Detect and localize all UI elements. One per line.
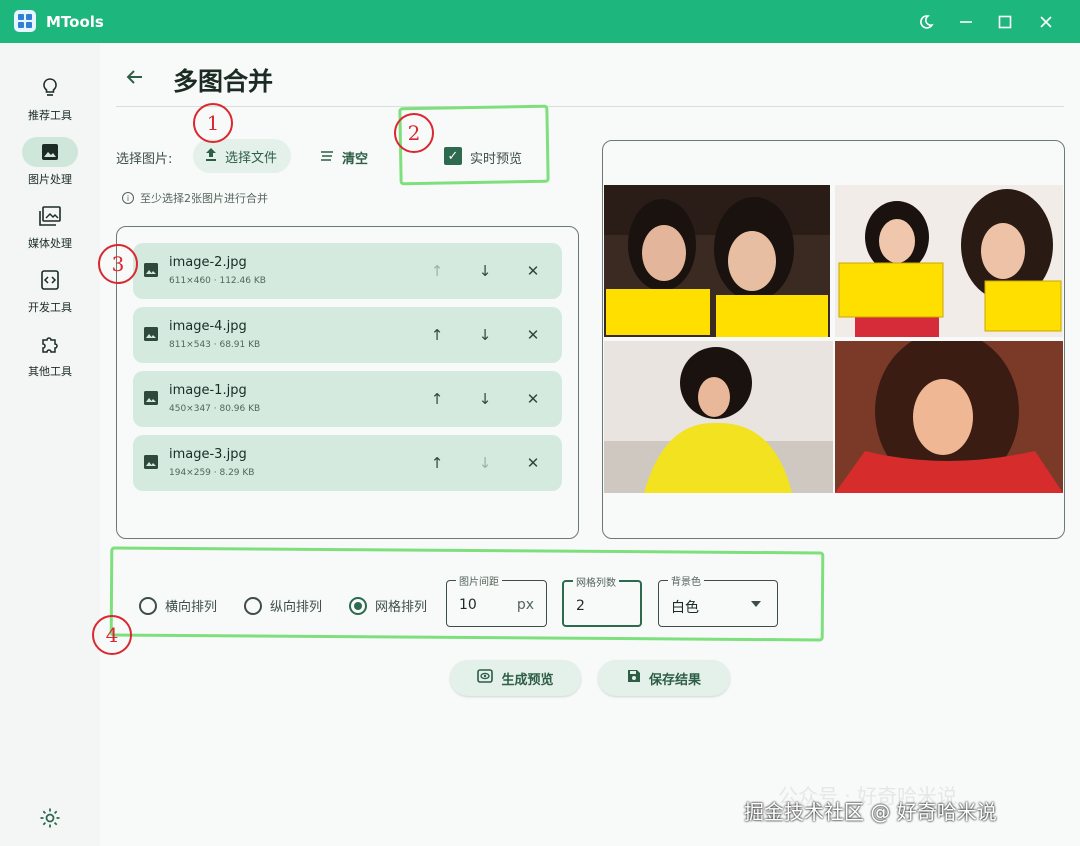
image-file-icon [143,326,159,346]
image-file-icon [143,390,159,410]
preview-image [604,185,830,337]
clear-list-icon [320,150,334,166]
title-bar: MTools [0,0,1080,43]
file-name: image-4.jpg [169,319,247,334]
media-icon [22,201,78,231]
sidebar-item-media[interactable]: 媒体处理 [10,201,90,251]
back-arrow-icon[interactable] [124,66,146,92]
generate-preview-button[interactable]: 生成预览 [450,660,581,696]
move-up-icon[interactable]: ↑ [425,323,449,347]
move-up-icon[interactable]: ↑ [425,451,449,475]
image-file-icon [143,454,159,474]
close-button[interactable] [1034,10,1058,34]
file-name: image-1.jpg [169,383,247,398]
move-up-icon[interactable]: ↑ [425,387,449,411]
puzzle-icon [22,329,78,359]
sidebar-item-label: 媒体处理 [28,237,72,250]
page-title: 多图合并 [173,67,274,96]
watermark: 掘金技术社区 @ 好奇哈米说 [744,800,997,824]
preview-image [835,341,1063,493]
move-down-icon[interactable]: ↓ [473,259,497,283]
image-file-icon [143,262,159,282]
list-item[interactable]: image-3.jpg 194×259 · 8.29 KB ↑ ↓ ✕ [133,435,562,491]
remove-icon[interactable]: ✕ [521,451,545,475]
sidebar: 推荐工具 图片处理 媒体处理 开发工具 其他工具 [0,43,100,846]
list-item[interactable]: image-4.jpg 811×543 · 68.91 KB ↑ ↓ ✕ [133,307,562,363]
sidebar-item-dev[interactable]: 开发工具 [10,265,90,315]
choose-file-label: 选择文件 [225,150,278,166]
info-icon: i [122,192,134,204]
move-up-icon[interactable]: ↑ [425,259,449,283]
hint-text: 至少选择2张图片进行合并 [140,192,268,205]
choose-file-button[interactable]: 选择文件 [193,139,291,173]
file-meta: 811×543 · 68.91 KB [169,340,261,350]
move-down-icon[interactable]: ↓ [473,387,497,411]
remove-icon[interactable]: ✕ [521,259,545,283]
hint: i 至少选择2张图片进行合并 [122,190,268,206]
clear-button[interactable]: 清空 [320,148,368,167]
code-icon [22,265,78,295]
sidebar-item-label: 图片处理 [28,173,72,186]
save-result-label: 保存结果 [648,672,701,688]
annotation-number: 3 [98,244,138,284]
select-images-label: 选择图片: [116,152,173,167]
remove-icon[interactable]: ✕ [521,323,545,347]
file-meta: 611×460 · 112.46 KB [169,276,266,286]
annotation-number: 4 [92,615,132,655]
preview-image [604,341,833,493]
save-icon [627,669,641,687]
sidebar-item-other[interactable]: 其他工具 [10,329,90,379]
remove-icon[interactable]: ✕ [521,387,545,411]
clear-label: 清空 [342,152,369,167]
gear-icon[interactable] [38,806,62,834]
list-item[interactable]: image-2.jpg 611×460 · 112.46 KB ↑ ↓ ✕ [133,243,562,299]
moon-icon[interactable] [914,10,938,34]
annotation-highlight [109,546,825,642]
file-meta: 194×259 · 8.29 KB [169,468,255,478]
app-title: MTools [46,13,104,31]
sidebar-item-recommended[interactable]: 推荐工具 [10,73,90,123]
file-name: image-2.jpg [169,255,247,270]
sidebar-item-label: 其他工具 [28,365,72,378]
move-down-icon[interactable]: ↓ [473,323,497,347]
annotation-number: 2 [394,113,434,153]
bulb-icon [22,73,78,103]
minimize-button[interactable] [954,10,978,34]
list-item[interactable]: image-1.jpg 450×347 · 80.96 KB ↑ ↓ ✕ [133,371,562,427]
file-name: image-3.jpg [169,447,247,462]
annotation-number: 1 [193,103,233,143]
sidebar-item-image[interactable]: 图片处理 [10,137,90,187]
save-result-button[interactable]: 保存结果 [598,660,730,696]
image-icon [22,137,78,167]
generate-preview-label: 生成预览 [501,672,554,688]
app-logo-icon [14,10,36,32]
file-meta: 450×347 · 80.96 KB [169,404,261,414]
move-down-icon[interactable]: ↓ [473,451,497,475]
sidebar-item-label: 推荐工具 [28,109,72,122]
upload-icon [205,147,217,165]
preview-icon [477,669,494,687]
divider [116,106,1064,107]
maximize-button[interactable] [993,10,1017,34]
preview-image [835,185,1063,337]
sidebar-item-label: 开发工具 [28,301,72,314]
